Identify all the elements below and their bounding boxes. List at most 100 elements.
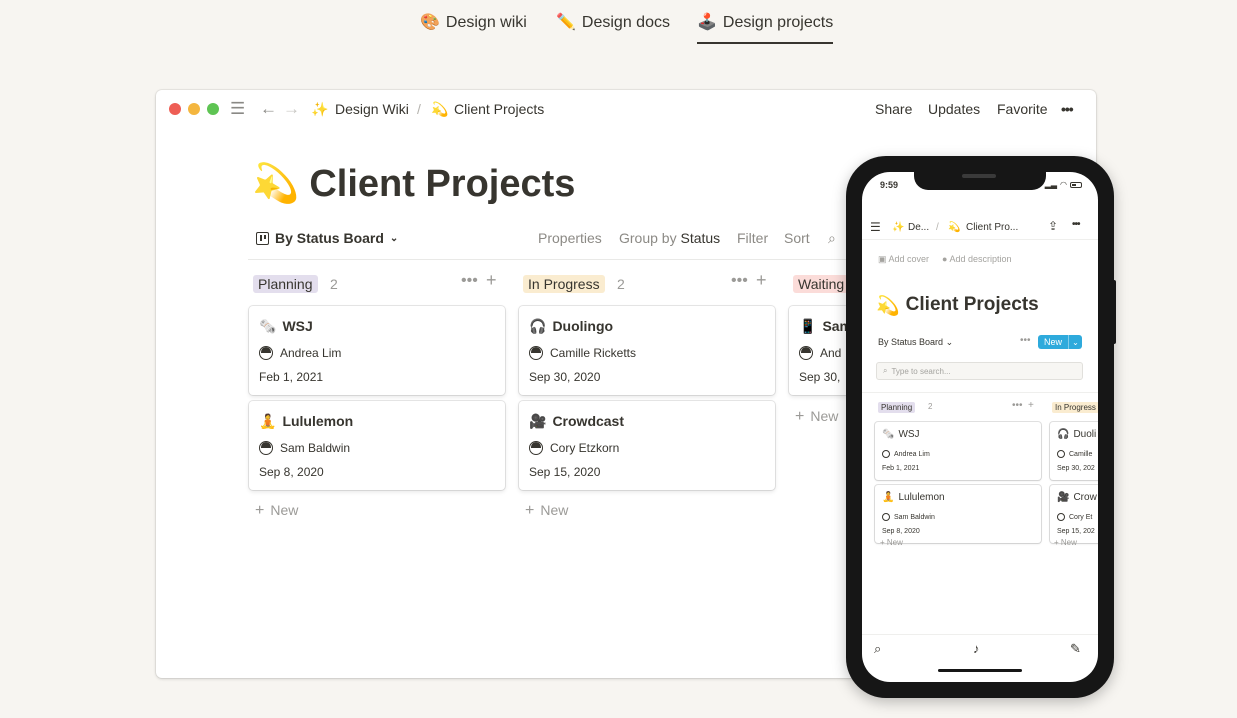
add-description-button[interactable]: ● Add description — [942, 254, 1012, 264]
board-card[interactable]: 🧘 Lululemon Sam Baldwin Sep 8, 2020 — [249, 401, 505, 490]
divider — [862, 392, 1098, 393]
add-description-label: Add description — [949, 254, 1012, 264]
bell-icon[interactable]: ♪ — [973, 641, 980, 656]
tab-design-docs[interactable]: ✏️ Design docs — [556, 14, 670, 44]
status-tag[interactable]: In Progress — [523, 275, 605, 293]
new-label: New — [1060, 538, 1077, 547]
favorite-button[interactable]: Favorite — [997, 101, 1048, 117]
properties-button[interactable]: Properties — [538, 230, 602, 246]
card-person: Sam Baldwin — [280, 441, 351, 455]
mobile-view-selector[interactable]: By Status Board ⌄ — [878, 337, 953, 348]
board-column-in-progress: In Progress 2 ••• + 🎧 Duolingo Camille Ri… — [519, 268, 775, 519]
hamburger-icon[interactable]: ☰ — [870, 220, 881, 234]
window-titlebar: ☰ ← → ✨ Design Wiki / 💫 Client Projects … — [156, 90, 1096, 128]
card-icon: 🎥 — [529, 413, 547, 429]
search-icon[interactable]: ⌕ — [828, 230, 836, 247]
board-card[interactable]: 🎧 Duolingo Camille Ricketts Sep 30, 2020 — [519, 306, 775, 395]
new-button[interactable]: New ⌄ — [1038, 335, 1082, 349]
card-icon: 🗞️ — [259, 318, 277, 334]
board-card[interactable]: 🎥 Crowdcast Cory Etzkorn Sep 15, 2020 — [519, 401, 775, 490]
plus-icon: + — [255, 502, 265, 519]
search-icon: ⌕ — [883, 366, 888, 375]
more-options-button[interactable]: ••• — [1061, 101, 1074, 117]
plus-icon[interactable]: + — [486, 270, 497, 291]
sparkles-icon: ✨ — [892, 222, 905, 233]
status-tag[interactable]: Planning — [253, 275, 318, 293]
plus-icon[interactable]: + — [756, 270, 767, 291]
status-tag[interactable]: Planning — [878, 402, 916, 413]
plus-icon: + — [795, 408, 805, 425]
chevron-down-icon: ⌄ — [389, 232, 399, 244]
phone-side-button — [1112, 280, 1116, 344]
avatar — [882, 450, 890, 458]
status-time: 9:59 — [880, 180, 899, 190]
board-column-planning: Planning 2 ••• + 🗞️ WSJ Andrea Lim Feb 1,… — [249, 268, 505, 519]
new-card-button[interactable]: + New — [880, 538, 903, 547]
updates-button[interactable]: Updates — [928, 101, 980, 117]
top-tabs: 🎨 Design wiki ✏️ Design docs 🕹️ Design p… — [0, 0, 1237, 50]
card-title: Lululemon — [282, 413, 354, 429]
avatar — [1057, 450, 1065, 458]
search-icon[interactable]: ⌕ — [874, 641, 881, 657]
status-icons: ▂▃ ◠ — [1045, 180, 1082, 189]
column-more-button[interactable]: ••• — [461, 272, 478, 290]
minimize-window-button[interactable] — [188, 103, 200, 115]
status-tag[interactable]: In Progress — [1052, 402, 1098, 413]
chevron-down-icon[interactable]: ⌄ — [1068, 335, 1082, 349]
add-cover-label: Add cover — [888, 254, 930, 264]
share-icon[interactable]: ⇪ — [1048, 219, 1058, 233]
back-arrow-icon[interactable]: ← — [260, 99, 277, 119]
breadcrumb-design-wiki[interactable]: De... — [908, 222, 929, 233]
board-card[interactable]: 🗞️ WSJ Andrea Lim Feb 1, 2021 — [875, 422, 1041, 480]
mobile-page-title: 💫 Client Projects — [876, 294, 1039, 318]
board-card[interactable]: 🎧 Duoli Camille Sep 30, 202 — [1050, 422, 1098, 480]
hamburger-icon[interactable]: ☰ — [230, 99, 245, 119]
status-tag[interactable]: Waiting — [793, 275, 850, 293]
board-card[interactable]: 🧘 Lululemon Sam Baldwin Sep 8, 2020 — [875, 485, 1041, 543]
tab-label: Design docs — [581, 14, 670, 31]
filter-button[interactable]: Filter — [737, 230, 768, 246]
tab-design-wiki[interactable]: 🎨 Design wiki — [420, 14, 527, 44]
group-by-value: Status — [680, 230, 721, 246]
new-button-label: New — [1044, 337, 1063, 347]
breadcrumb-separator: / — [417, 101, 421, 117]
new-card-button[interactable]: + New — [255, 502, 298, 520]
compose-icon[interactable]: ✎ — [1070, 641, 1081, 657]
view-name: By Status Board — [878, 337, 944, 347]
phone-screen: 9:59 ▂▃ ◠ ☰ ✨ De... / 💫 Client Pro... ⇪ … — [862, 172, 1098, 682]
card-icon: 🧘 — [882, 492, 895, 503]
pencil-icon: ✏️ — [556, 14, 576, 31]
card-person: Cory Etzkorn — [550, 441, 620, 455]
search-input[interactable]: ⌕ Type to search... — [876, 362, 1083, 380]
board-card[interactable]: 🗞️ WSJ Andrea Lim Feb 1, 2021 — [249, 306, 505, 395]
new-card-button[interactable]: + New — [795, 408, 838, 426]
tab-label: Design wiki — [445, 14, 527, 31]
card-date: Feb 1, 2021 — [882, 465, 920, 472]
breadcrumb-client-projects[interactable]: Client Projects — [454, 101, 544, 117]
breadcrumb-client-projects[interactable]: Client Pro... — [966, 222, 1018, 233]
board-card[interactable]: 🎥 Crow Cory Et Sep 15, 202 — [1050, 485, 1098, 543]
view-selector[interactable]: By Status Board ⌄ — [256, 230, 398, 246]
card-date: Feb 1, 2021 — [259, 370, 324, 384]
card-person: Andrea Lim — [894, 450, 930, 458]
new-card-button[interactable]: + New — [1054, 538, 1077, 547]
forward-arrow-icon[interactable]: → — [283, 99, 300, 119]
breadcrumb-design-wiki[interactable]: Design Wiki — [335, 101, 409, 117]
add-cover-button[interactable]: ▣ Add cover — [878, 254, 929, 265]
column-count: 2 — [928, 402, 933, 411]
card-date: Sep 15, 2020 — [529, 465, 601, 479]
maximize-window-button[interactable] — [207, 103, 219, 115]
column-more-button[interactable]: ••• — [1012, 400, 1023, 411]
more-options-button[interactable]: ••• — [1072, 219, 1080, 230]
view-more-button[interactable]: ••• — [1020, 335, 1031, 346]
close-window-button[interactable] — [169, 103, 181, 115]
new-card-button[interactable]: + New — [525, 502, 568, 520]
plus-icon[interactable]: + — [1028, 400, 1034, 411]
avatar — [882, 513, 890, 521]
group-by-button[interactable]: Group by Status — [619, 230, 720, 246]
tab-design-projects[interactable]: 🕹️ Design projects — [697, 14, 834, 44]
share-button[interactable]: Share — [875, 101, 912, 117]
column-more-button[interactable]: ••• — [731, 272, 748, 290]
sort-button[interactable]: Sort — [784, 230, 810, 246]
card-title: WSJ — [898, 429, 920, 440]
